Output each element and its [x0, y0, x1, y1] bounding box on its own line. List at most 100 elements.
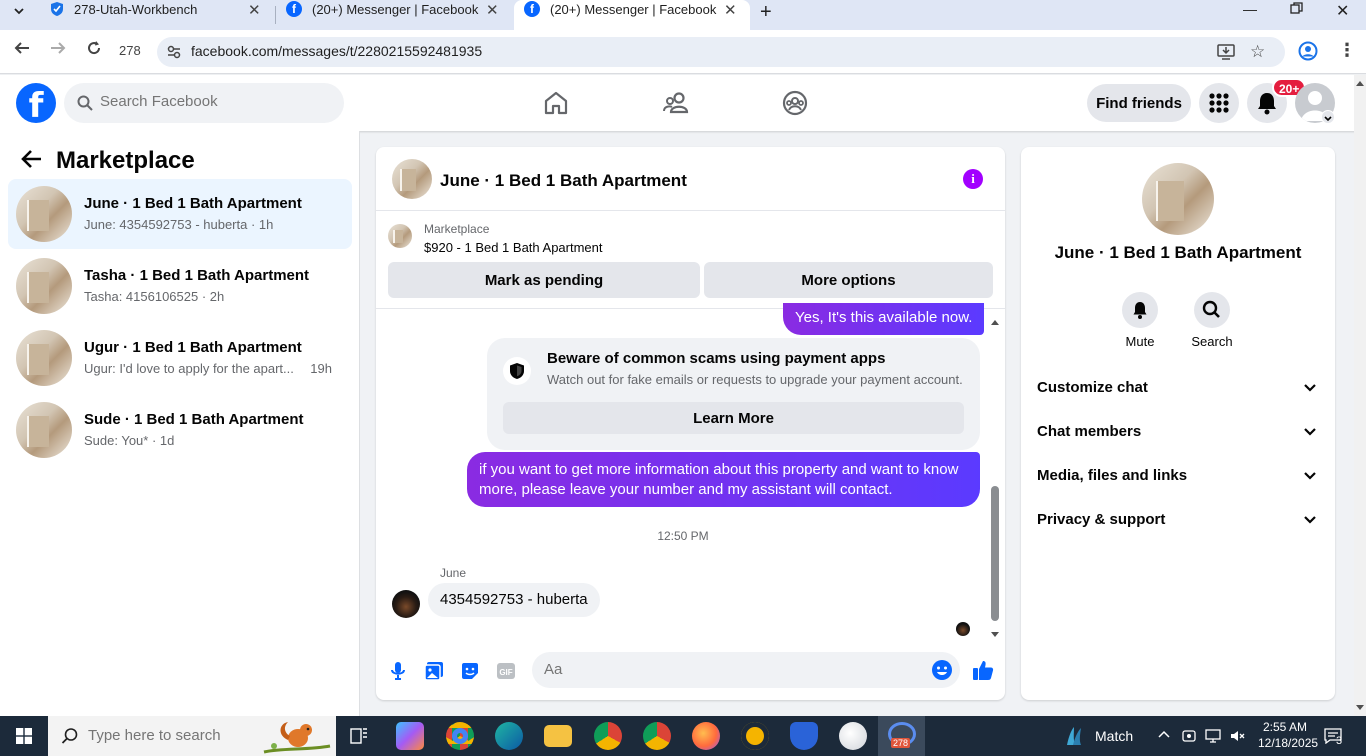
extension-badge[interactable]: 278 — [119, 43, 141, 58]
friends-icon[interactable] — [662, 89, 692, 119]
taskbar-search-input[interactable] — [88, 727, 288, 744]
home-icon[interactable] — [542, 89, 572, 119]
copilot-app-icon[interactable] — [396, 722, 424, 750]
message-text: if you want to get more information abou… — [479, 461, 959, 498]
emoji-icon[interactable] — [931, 659, 953, 686]
marketplace-listing-bar: Marketplace $920 - 1 Bed 1 Bath Apartmen… — [376, 211, 1005, 309]
chrome-profile-icon[interactable] — [643, 722, 671, 750]
mute-button[interactable]: Mute — [1110, 292, 1170, 349]
chrome-profile-k-icon[interactable] — [594, 722, 622, 750]
active-app-highlight[interactable]: 278 — [878, 716, 925, 756]
scroll-down-icon[interactable] — [1354, 703, 1366, 713]
photo-icon[interactable] — [424, 661, 444, 681]
message-input-wrapper[interactable] — [532, 652, 960, 688]
meet-now-icon[interactable] — [1182, 728, 1196, 747]
sender-avatar[interactable] — [392, 590, 420, 618]
conversation-item-june[interactable]: June · 1 Bed 1 Bath Apartment June: 4354… — [8, 179, 352, 249]
groups-icon[interactable] — [781, 89, 811, 119]
microphone-icon[interactable] — [388, 661, 408, 681]
listing-title[interactable]: $920 - 1 Bed 1 Bath Apartment — [424, 240, 603, 255]
paint-app-icon[interactable] — [839, 722, 867, 750]
find-friends-button[interactable]: Find friends — [1087, 84, 1191, 122]
profile-icon[interactable] — [1298, 41, 1318, 66]
clock-time: 2:55 AM — [1262, 720, 1308, 734]
task-view-icon[interactable] — [350, 727, 368, 750]
conversation-item-sude[interactable]: Sude · 1 Bed 1 Bath Apartment Sude: You*… — [8, 395, 352, 465]
account-chevron-icon[interactable] — [1321, 110, 1335, 124]
learn-more-button[interactable]: Learn More — [503, 402, 964, 434]
tab-search-chevron-icon[interactable] — [13, 4, 25, 20]
chat-members-section[interactable]: Chat members — [1029, 410, 1327, 454]
outgoing-message[interactable]: Yes, It's this available now. — [783, 303, 985, 335]
search-in-chat-button[interactable]: Search — [1182, 292, 1242, 349]
edge-app-icon[interactable] — [495, 722, 523, 750]
weather-icon[interactable] — [1064, 725, 1086, 752]
install-app-icon[interactable] — [1217, 44, 1235, 65]
minimize-icon[interactable]: — — [1243, 1, 1257, 17]
close-window-icon[interactable]: ✕ — [1336, 1, 1349, 21]
info-icon[interactable]: i — [963, 169, 983, 189]
chevron-up-icon[interactable] — [1157, 728, 1171, 745]
sticker-icon[interactable] — [460, 661, 480, 681]
page-scrollbar[interactable] — [1354, 75, 1366, 716]
facebook-logo-icon[interactable]: f — [16, 83, 56, 126]
mark-as-pending-button[interactable]: Mark as pending — [388, 262, 700, 298]
media-files-links-section[interactable]: Media, files and links — [1029, 454, 1327, 498]
customize-chat-section[interactable]: Customize chat — [1029, 366, 1327, 410]
back-arrow-icon[interactable] — [20, 147, 44, 176]
tab-close-icon[interactable]: ✕ — [248, 1, 261, 19]
search-input[interactable] — [100, 93, 330, 110]
notification-count: 3 — [1336, 735, 1343, 747]
back-arrow-icon[interactable] — [14, 40, 30, 61]
listing-avatar — [16, 402, 72, 458]
listing-thumbnail[interactable] — [388, 224, 412, 248]
scroll-down-icon[interactable] — [990, 626, 1000, 644]
more-options-button[interactable]: More options — [704, 262, 993, 298]
scroll-up-icon[interactable] — [990, 313, 1000, 331]
thumbs-up-icon[interactable] — [972, 659, 994, 680]
conversation-item-tasha[interactable]: Tasha · 1 Bed 1 Bath Apartment Tasha: 41… — [8, 251, 352, 321]
shield-app-icon[interactable] — [790, 722, 818, 750]
tab-messenger-1[interactable]: f (20+) Messenger | Facebook ✕ — [276, 0, 512, 30]
outgoing-message[interactable]: if you want to get more information abou… — [467, 452, 980, 507]
xodo-app-icon[interactable] — [741, 722, 769, 750]
info-avatar[interactable] — [1142, 163, 1214, 235]
message-timestamp: 12:50 PM — [657, 529, 709, 543]
file-explorer-icon[interactable] — [544, 725, 572, 747]
restore-icon[interactable] — [1290, 2, 1303, 18]
taskbar-search[interactable] — [48, 716, 336, 756]
incoming-message[interactable]: 4354592753 - huberta — [428, 583, 600, 617]
volume-muted-icon[interactable] — [1229, 728, 1245, 747]
chrome-app-icon[interactable] — [446, 722, 474, 750]
site-info-icon[interactable] — [166, 44, 182, 65]
facebook-search[interactable] — [64, 83, 344, 123]
clock[interactable]: 2:55 AM 12/18/2025 — [1258, 719, 1318, 751]
reload-icon[interactable] — [86, 40, 102, 61]
scroll-up-icon[interactable] — [1354, 78, 1366, 88]
firefox-app-icon[interactable] — [692, 722, 720, 750]
tab-messenger-active[interactable]: f (20+) Messenger | Facebook ✕ — [514, 0, 750, 30]
forward-arrow-icon[interactable] — [50, 40, 66, 61]
bookmark-star-icon[interactable]: ☆ — [1250, 42, 1265, 62]
message-input[interactable] — [544, 661, 924, 678]
gif-icon[interactable]: GIF — [496, 661, 516, 681]
tab-close-icon[interactable]: ✕ — [724, 1, 737, 19]
browser-menu-icon[interactable]: ⋮ — [1338, 40, 1356, 61]
weather-text[interactable]: Match — [1095, 728, 1133, 744]
active-app-badge: 278 — [891, 738, 911, 748]
address-bar[interactable]: facebook.com/messages/t/2280215592481935… — [157, 37, 1285, 67]
tab-workbench[interactable]: 278-Utah-Workbench ✕ — [38, 0, 274, 30]
windows-start-icon[interactable] — [16, 728, 32, 744]
chat-scrollbar[interactable] — [990, 310, 1000, 637]
network-icon[interactable] — [1205, 728, 1221, 747]
conversation-item-ugur[interactable]: Ugur · 1 Bed 1 Bath Apartment Ugur: I'd … — [8, 323, 352, 393]
scroll-thumb[interactable] — [991, 486, 999, 621]
listing-avatar — [16, 186, 72, 242]
tab-close-icon[interactable]: ✕ — [486, 1, 499, 19]
new-tab-icon[interactable]: + — [760, 1, 772, 24]
menu-grid-button[interactable] — [1199, 83, 1239, 123]
privacy-support-section[interactable]: Privacy & support — [1029, 498, 1327, 542]
chat-title[interactable]: June · 1 Bed 1 Bath Apartment — [440, 171, 687, 191]
url-text[interactable]: facebook.com/messages/t/2280215592481935 — [191, 43, 482, 59]
chat-avatar[interactable] — [392, 159, 432, 199]
